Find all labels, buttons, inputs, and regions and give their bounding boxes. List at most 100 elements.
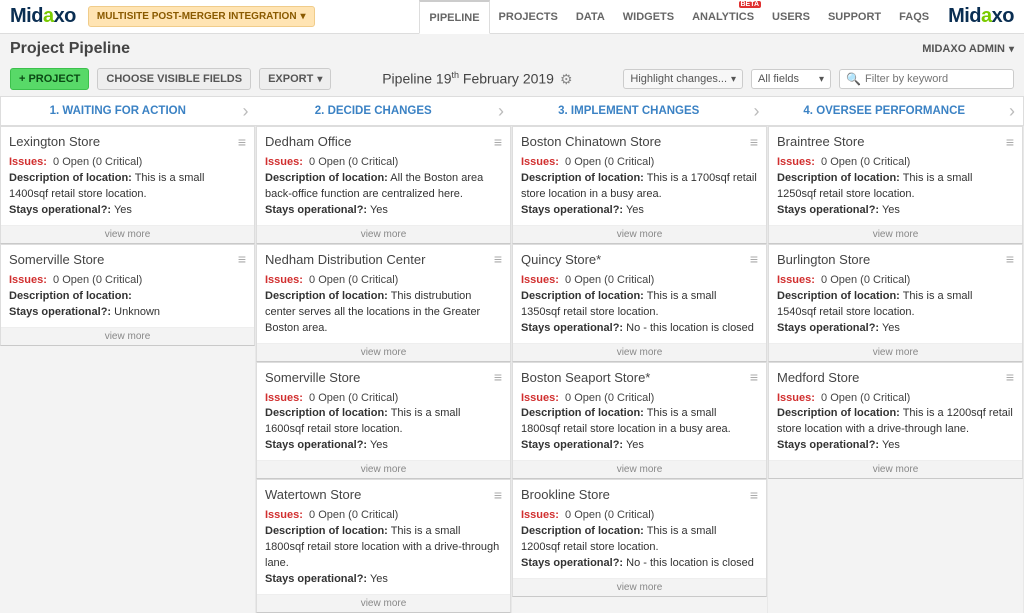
desc-label: Description of location:: [521, 525, 644, 537]
stays-label: Stays operational?:: [521, 322, 623, 334]
stage-3[interactable]: 3. IMPLEMENT CHANGES: [512, 97, 746, 125]
project-card[interactable]: Brookline Store≡Issues: 0 Open (0 Critic…: [512, 479, 767, 597]
search-wrap: 🔍: [839, 69, 1014, 89]
view-more[interactable]: view more: [513, 225, 766, 243]
view-more[interactable]: view more: [257, 460, 510, 478]
view-more[interactable]: view more: [257, 343, 510, 361]
card-body: Issues: 0 Open (0 Critical)Description o…: [769, 153, 1022, 225]
card-title: Dedham Office: [265, 134, 351, 149]
stays-label: Stays operational?:: [521, 204, 623, 216]
card-head: Watertown Store ≡: [257, 480, 510, 506]
card-menu-icon[interactable]: ≡: [750, 372, 758, 382]
card-head: Brookline Store≡: [513, 480, 766, 506]
issues-value: 0 Open (0 Critical): [53, 156, 142, 168]
card-head: Nedham Distribution Center ≡: [257, 245, 510, 271]
project-card[interactable]: Somerville Store≡Issues: 0 Open (0 Criti…: [0, 244, 255, 346]
issues-value: 0 Open (0 Critical): [309, 156, 398, 168]
card-menu-icon[interactable]: ≡: [750, 254, 758, 264]
card-menu-icon[interactable]: ≡: [494, 490, 502, 500]
project-card[interactable]: Watertown Store≡Issues: 0 Open (0 Critic…: [256, 479, 511, 613]
card-title: Boston Seaport Store*: [521, 370, 650, 385]
view-more[interactable]: view more: [1, 225, 254, 243]
project-card[interactable]: Burlington Store≡Issues: 0 Open (0 Criti…: [768, 244, 1023, 362]
stays-label: Stays operational?:: [9, 204, 111, 216]
nav-projects[interactable]: PROJECTS: [490, 0, 567, 33]
stays-label: Stays operational?:: [265, 204, 367, 216]
card-head: Burlington Store≡: [769, 245, 1022, 271]
nav-support[interactable]: SUPPORT: [819, 0, 890, 33]
nav-widgets[interactable]: WIDGETS: [614, 0, 683, 33]
project-card[interactable]: Boston Chinatown Store≡Issues: 0 Open (0…: [512, 126, 767, 244]
card-menu-icon[interactable]: ≡: [494, 137, 502, 147]
stays-value: Yes: [114, 204, 132, 216]
view-more[interactable]: view more: [513, 460, 766, 478]
desc-label: Description of location:: [777, 172, 900, 184]
card-title: Somerville Store: [9, 252, 104, 267]
project-card[interactable]: Lexington Store≡Issues: 0 Open (0 Critic…: [0, 126, 255, 244]
card-title: Somerville Store: [265, 370, 360, 385]
issues-label: Issues:: [265, 392, 303, 404]
stage-1[interactable]: 1. WAITING FOR ACTION: [1, 97, 235, 125]
gear-icon[interactable]: ⚙: [560, 71, 573, 87]
view-more[interactable]: view more: [769, 225, 1022, 243]
card-menu-icon[interactable]: ≡: [238, 254, 246, 264]
card-body: Issues: 0 Open (0 Critical)Description o…: [257, 389, 510, 461]
fields-select[interactable]: All fields▾: [751, 69, 831, 89]
card-menu-icon[interactable]: ≡: [494, 372, 502, 382]
nav-users[interactable]: USERS: [763, 0, 819, 33]
stays-value: Yes: [370, 439, 388, 451]
project-card[interactable]: Boston Seaport Store*≡Issues: 0 Open (0 …: [512, 362, 767, 480]
chevron-down-icon: ▾: [731, 74, 736, 85]
card-menu-icon[interactable]: ≡: [1006, 372, 1014, 382]
card-head: Somerville Store ≡: [1, 245, 254, 271]
issues-value: 0 Open (0 Critical): [821, 392, 910, 404]
project-card[interactable]: Quincy Store*≡Issues: 0 Open (0 Critical…: [512, 244, 767, 362]
card-title: Nedham Distribution Center: [265, 252, 425, 267]
card-menu-icon[interactable]: ≡: [1006, 137, 1014, 147]
view-more[interactable]: view more: [513, 343, 766, 361]
context-selector[interactable]: MULTISITE POST-MERGER INTEGRATION▾: [88, 6, 315, 27]
board-column: Dedham Office ≡ Issues: 0 Open (0 Critical…: [256, 126, 512, 613]
issues-value: 0 Open (0 Critical): [565, 274, 654, 286]
nav-pipeline[interactable]: PIPELINE: [419, 0, 489, 34]
nav-data[interactable]: DATA: [567, 0, 614, 33]
stage-4[interactable]: 4. OVERSEE PERFORMANCE: [768, 97, 1002, 125]
view-more[interactable]: view more: [513, 578, 766, 596]
project-card[interactable]: Braintree Store≡Issues: 0 Open (0 Critic…: [768, 126, 1023, 244]
project-card[interactable]: Somerville Store ≡ Issues: 0 Open (0 Criti…: [256, 362, 511, 480]
main-nav: PIPELINE PROJECTS DATA WIDGETS ANALYTICS…: [419, 0, 938, 33]
view-more[interactable]: view more: [1, 327, 254, 345]
card-menu-icon[interactable]: ≡: [1006, 254, 1014, 264]
nav-analytics[interactable]: ANALYTICSBETA: [683, 0, 763, 33]
card-body: Issues: 0 Open (0 Critical)Description o…: [769, 389, 1022, 461]
project-card[interactable]: Dedham Office≡Issues: 0 Open (0 Critical…: [256, 126, 511, 244]
choose-fields-button[interactable]: CHOOSE VISIBLE FIELDS: [97, 68, 251, 90]
view-more[interactable]: view more: [257, 225, 510, 243]
issues-label: Issues:: [265, 274, 303, 286]
board-column: Lexington Store≡Issues: 0 Open (0 Critic…: [0, 126, 256, 613]
card-menu-icon[interactable]: ≡: [750, 137, 758, 147]
project-card[interactable]: Medford Store≡Issues: 0 Open (0 Critical…: [768, 362, 1023, 480]
new-project-button[interactable]: +PROJECT: [10, 68, 89, 90]
export-button[interactable]: EXPORT▾: [259, 68, 331, 90]
user-menu[interactable]: MIDAXO ADMIN▾: [922, 43, 1014, 55]
issues-value: 0 Open (0 Critical): [821, 156, 910, 168]
logo-right: Midaxo: [938, 5, 1024, 28]
view-more[interactable]: view more: [769, 460, 1022, 478]
issues-value: 0 Open (0 Critical): [53, 274, 142, 286]
card-title: Watertown Store: [265, 487, 361, 502]
project-card[interactable]: Nedham Distribution Center≡Issues: 0 Ope…: [256, 244, 511, 362]
stage-2[interactable]: 2. DECIDE CHANGES: [257, 97, 491, 125]
issues-value: 0 Open (0 Critical): [565, 509, 654, 521]
card-menu-icon[interactable]: ≡: [750, 490, 758, 500]
card-menu-icon[interactable]: ≡: [238, 137, 246, 147]
plus-icon: +: [19, 73, 25, 85]
view-more[interactable]: view more: [769, 343, 1022, 361]
nav-faqs[interactable]: FAQS: [890, 0, 938, 33]
highlight-select[interactable]: Highlight changes...▾: [623, 69, 743, 89]
view-more[interactable]: view more: [257, 594, 510, 612]
card-head: Quincy Store*≡: [513, 245, 766, 271]
search-input[interactable]: [865, 73, 1007, 85]
card-menu-icon[interactable]: ≡: [494, 254, 502, 264]
issues-label: Issues:: [777, 392, 815, 404]
